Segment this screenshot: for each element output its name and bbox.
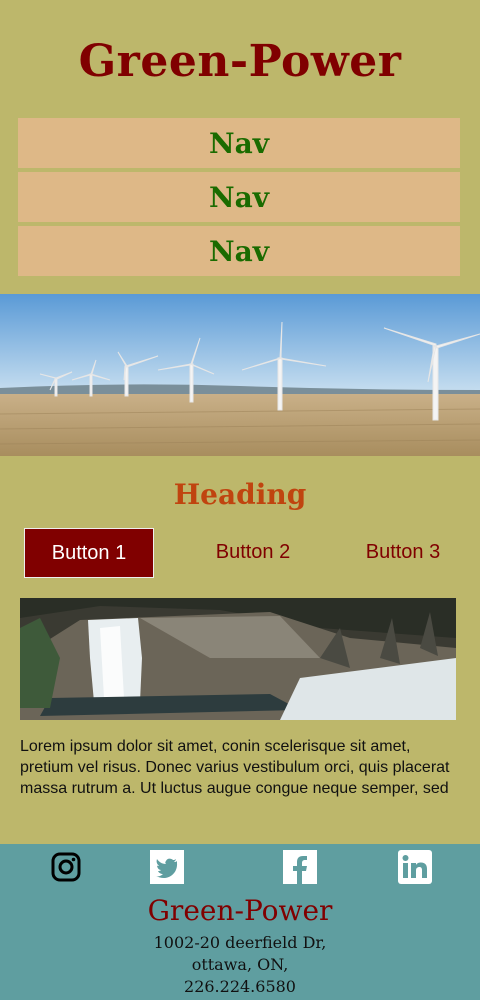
facebook-icon[interactable]: [283, 850, 317, 884]
nav-item-3[interactable]: Nav: [18, 226, 460, 276]
social-links: [0, 850, 480, 890]
button-group: Button 1 Button 2 Button 3: [0, 528, 480, 578]
linkedin-icon[interactable]: [398, 850, 432, 884]
address-line-2: ottawa, ON,: [191, 955, 289, 974]
header: Green-Power Nav Nav Nav: [0, 0, 480, 294]
hero-image: [0, 294, 480, 456]
site-title: Green-Power: [78, 36, 402, 87]
waterfall-image: [20, 598, 456, 720]
button-2[interactable]: Button 2: [190, 528, 316, 576]
footer-title: Green-Power: [147, 894, 333, 927]
twitter-icon[interactable]: [150, 850, 184, 884]
footer-address: 1002-20 deerfield Dr, ottawa, ON, 226.22…: [0, 932, 480, 998]
body-paragraph: Lorem ipsum dolor sit amet, conin sceler…: [20, 738, 450, 797]
nav-menu: Nav Nav Nav: [18, 118, 460, 280]
nav-item-2[interactable]: Nav: [18, 172, 460, 222]
section-heading: Heading: [173, 478, 307, 511]
instagram-icon[interactable]: [49, 850, 83, 884]
address-line-1: 1002-20 deerfield Dr,: [153, 933, 327, 952]
nav-item-1[interactable]: Nav: [18, 118, 460, 168]
phone-number: 226.224.6580: [184, 977, 296, 996]
footer: Green-Power 1002-20 deerfield Dr, ottawa…: [0, 844, 480, 1000]
button-1[interactable]: Button 1: [24, 528, 154, 578]
button-3[interactable]: Button 3: [340, 528, 466, 576]
